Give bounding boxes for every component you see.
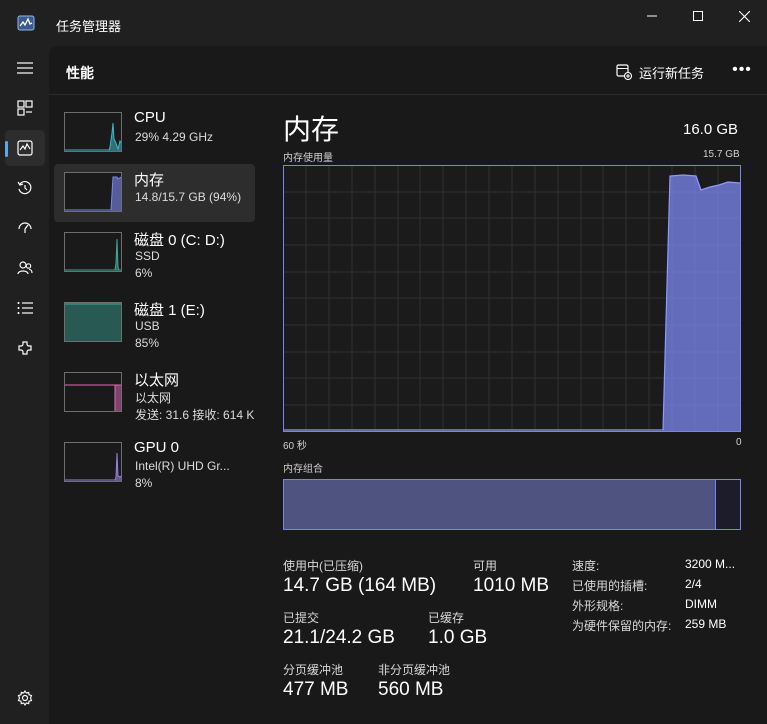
graph-axis-left-label: 60 秒 [283,441,307,452]
in-use-label: 使用中(已压缩) [283,559,363,573]
memory-thumbnail-graph [64,172,122,212]
settings-button[interactable] [5,680,45,716]
close-icon [738,10,750,22]
device-detail: Intel(R) UHD Gr... [135,459,230,473]
run-new-task-icon [616,64,632,80]
device-item-cpu[interactable]: CPU 29% 4.29 GHz [54,104,255,162]
committed-value: 21.1/24.2 GB [283,627,395,648]
hardware-reserved-value: 259 MB [685,617,727,631]
maximize-button[interactable] [675,0,721,32]
paged-pool-label: 分页缓冲池 [283,663,344,677]
available-value: 1010 MB [473,575,550,596]
memory-total: 16.0 GB [683,121,739,138]
minimize-icon [647,15,657,17]
hardware-reserved-label: 为硬件保留的内存: [572,619,672,633]
disk1-thumbnail-graph [64,302,122,342]
paged-pool-value: 477 MB [283,679,349,700]
more-options-button[interactable]: ••• [730,58,754,82]
menu-toggle-button[interactable] [5,50,45,86]
speed-value: 3200 M... [685,557,736,571]
device-name: 磁盘 0 (C: D:) [134,232,225,249]
device-detail: 发送: 31.6 接收: 614 K [135,408,255,422]
device-item-disk-1[interactable]: 磁盘 1 (E:) USB 85% [54,294,255,352]
users-icon [17,261,33,275]
device-detail: SSD [135,249,160,263]
minimize-button[interactable] [629,0,675,32]
nav-users[interactable] [5,250,45,286]
memory-in-use-segment [284,480,716,529]
device-name: 以太网 [134,372,180,389]
device-name: GPU 0 [134,439,180,456]
nav-processes[interactable] [5,90,45,126]
device-item-gpu-0[interactable]: GPU 0 Intel(R) UHD Gr... 8% [54,434,255,492]
available-label: 可用 [473,559,498,573]
device-item-ethernet[interactable]: 以太网 以太网 发送: 31.6 接收: 614 K [54,364,255,422]
nav-startup-apps[interactable] [5,210,45,246]
nav-services[interactable] [5,330,45,366]
speed-label: 速度: [572,559,600,573]
close-button[interactable] [721,0,767,32]
startup-apps-icon [18,222,32,233]
hamburger-menu-icon [17,62,33,74]
in-use-value: 14.7 GB (164 MB) [283,575,437,596]
memory-usage-label: 内存使用量 [283,153,333,164]
content-panel: 性能 运行新任务 ••• CPU 29% 4.29 GHz 内存 14.8/15… [49,46,767,724]
services-icon [18,341,32,355]
device-detail: 14.8/15.7 GB (94%) [135,190,242,204]
run-new-task-button[interactable]: 运行新任务 [616,60,704,84]
slots-used-label: 已使用的插槽: [572,579,648,593]
cached-value: 1.0 GB [428,627,488,648]
device-name: 内存 [134,172,165,189]
nonpaged-pool-label: 非分页缓冲池 [378,663,451,677]
form-factor-value: DIMM [685,597,717,611]
memory-usage-graph [283,165,741,432]
device-detail: 以太网 [135,391,172,405]
nav-details[interactable] [5,290,45,326]
committed-label: 已提交 [283,611,320,625]
memory-title: 内存 [283,114,340,145]
app-history-icon [17,180,32,195]
active-indicator [5,141,8,157]
nav-app-history[interactable] [5,170,45,206]
device-detail: USB [135,319,160,333]
settings-icon [17,690,33,706]
gpu-thumbnail-graph [64,442,122,482]
slots-used-value: 2/4 [685,577,702,591]
title-bar: 任务管理器 [0,0,767,46]
device-name: 磁盘 1 (E:) [134,302,205,319]
device-detail: 29% 4.29 GHz [135,130,214,144]
header-divider [49,94,767,95]
memory-composition-bar [283,479,741,530]
device-name: CPU [134,109,166,126]
details-icon [17,302,33,314]
device-detail: 6% [135,266,153,280]
more-icon: ••• [732,61,752,78]
nav-performance[interactable] [5,130,45,166]
run-new-task-label: 运行新任务 [639,65,705,81]
graph-axis-right-label: 0 [736,437,742,448]
task-manager-icon [17,14,35,32]
device-detail: 8% [135,476,153,490]
page-title: 性能 [66,65,94,81]
processes-icon [17,100,33,116]
cached-label: 已缓存 [428,611,465,625]
maximize-icon [693,11,703,21]
device-detail: 85% [135,336,160,350]
performance-icon [17,140,33,156]
navigation-sidebar [0,46,49,724]
nonpaged-pool-value: 560 MB [378,679,444,700]
form-factor-label: 外形规格: [572,599,624,613]
cpu-thumbnail-graph [64,112,122,152]
device-item-disk-0[interactable]: 磁盘 0 (C: D:) SSD 6% [54,224,255,282]
ethernet-thumbnail-graph [64,372,122,412]
memory-usage-max: 15.7 GB [703,149,740,160]
device-item-memory[interactable]: 内存 14.8/15.7 GB (94%) [54,164,255,222]
memory-composition-label: 内存组合 [283,464,323,475]
disk0-thumbnail-graph [64,232,122,272]
window-title: 任务管理器 [56,19,122,34]
